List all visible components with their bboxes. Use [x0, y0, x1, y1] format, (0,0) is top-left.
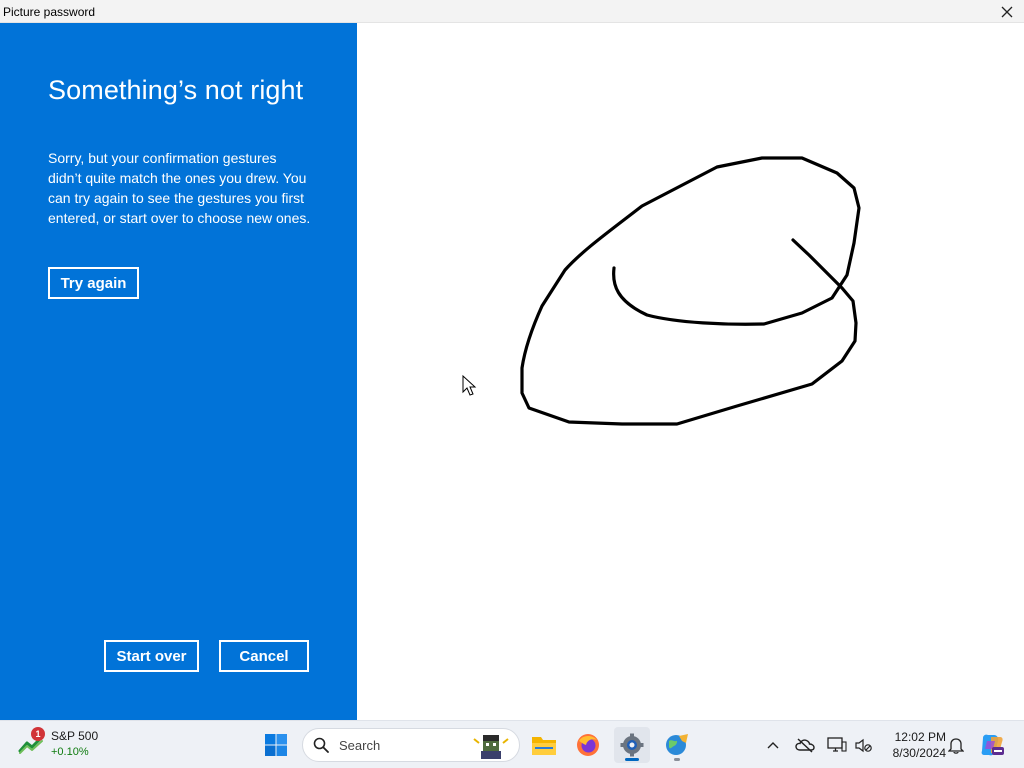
- taskbar-globe-app[interactable]: [659, 727, 695, 763]
- close-button[interactable]: [990, 0, 1024, 23]
- display-icon: [827, 737, 847, 752]
- display-status[interactable]: [825, 733, 849, 757]
- accessibility-icon: [855, 738, 872, 753]
- gesture-drawing: [462, 156, 861, 426]
- chevron-up-icon: [767, 742, 779, 749]
- onedrive-status[interactable]: [793, 733, 817, 757]
- panel-heading: Something’s not right: [48, 75, 304, 105]
- firefox-icon: [577, 734, 599, 756]
- panel-message: Sorry, but your confirmation gestures di…: [48, 150, 311, 226]
- active-indicator: [625, 758, 639, 761]
- copilot-icon: [981, 734, 1004, 756]
- clock-time: 12:02 PM: [894, 730, 946, 744]
- gesture-canvas[interactable]: [357, 23, 1024, 720]
- window-title: Picture password: [3, 5, 96, 19]
- cloud-offline-icon: [795, 738, 815, 753]
- clock-date: 8/30/2024: [892, 746, 946, 760]
- stock-change: +0.10%: [51, 746, 89, 758]
- file-explorer-icon: [532, 737, 556, 755]
- show-hidden-icons-button[interactable]: [761, 733, 785, 757]
- accessibility-status[interactable]: [851, 733, 875, 757]
- stock-name: S&P 500: [51, 729, 99, 743]
- globe-app-icon: [666, 734, 688, 755]
- notifications-button[interactable]: [944, 733, 968, 757]
- taskbar-settings[interactable]: [614, 727, 650, 763]
- start-over-button[interactable]: Start over: [104, 640, 199, 672]
- start-icon: [265, 734, 287, 756]
- taskbar-firefox[interactable]: [570, 727, 606, 763]
- taskbar-file-explorer[interactable]: [526, 727, 562, 763]
- copilot-button[interactable]: [978, 731, 1006, 759]
- gesture-stroke-loop: [520, 156, 861, 426]
- search-placeholder: Search: [339, 738, 381, 753]
- search-box[interactable]: Search: [302, 728, 520, 762]
- mouse-cursor-icon: [462, 374, 477, 396]
- settings-icon: [620, 733, 644, 757]
- system-clock[interactable]: 12:02 PM 8/30/2024: [880, 729, 946, 761]
- try-again-button[interactable]: Try again: [48, 267, 139, 299]
- search-icon: [313, 737, 329, 753]
- stock-widget[interactable]: 1 S&P 500 +0.10%: [18, 727, 118, 763]
- search-highlight-icon: [473, 735, 509, 759]
- start-button[interactable]: [258, 727, 294, 763]
- bell-icon: [948, 738, 964, 754]
- running-indicator: [674, 758, 680, 761]
- notification-badge: 1: [31, 727, 45, 741]
- title-bar: Picture password: [0, 0, 1024, 23]
- close-icon: [1001, 6, 1013, 17]
- cancel-button[interactable]: Cancel: [219, 640, 309, 672]
- info-panel: Something’s not right Sorry, but your co…: [0, 23, 357, 720]
- taskbar: 1 S&P 500 +0.10% Search 12:02 PM 8/30/20…: [0, 720, 1024, 768]
